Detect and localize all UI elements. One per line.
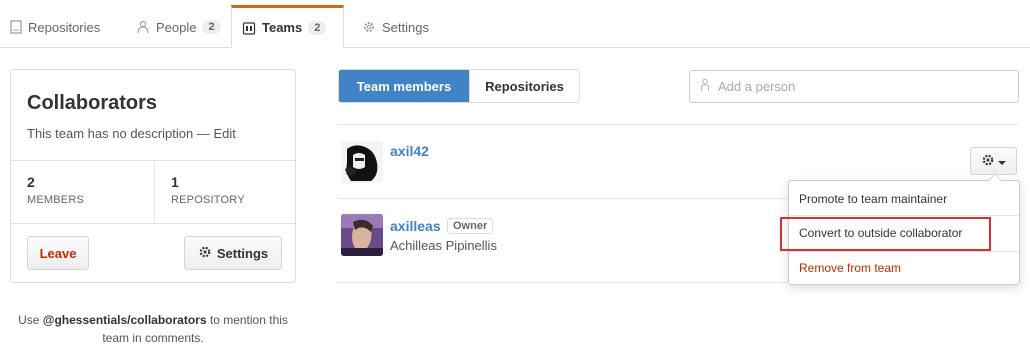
gear-icon xyxy=(981,153,995,170)
gear-icon xyxy=(362,20,376,34)
avatar[interactable] xyxy=(341,141,383,183)
promote-maintainer-item[interactable]: Promote to team maintainer xyxy=(789,184,1019,214)
people-counter: 2 xyxy=(202,20,221,34)
menu-divider xyxy=(789,215,1019,216)
person-icon xyxy=(700,78,710,95)
people-icon xyxy=(136,20,150,34)
repository-count: 1 xyxy=(171,174,179,190)
tab-repositories-label: Repositories xyxy=(28,19,101,35)
divider xyxy=(338,124,1018,125)
divider xyxy=(11,223,295,224)
gear-icon xyxy=(198,245,212,262)
tab-team-members[interactable]: Team members xyxy=(339,70,469,102)
teams-counter: 2 xyxy=(308,20,327,35)
team-info-box: Collaborators This team has no descripti… xyxy=(10,69,296,283)
member-settings-dropdown-button[interactable] xyxy=(970,147,1017,175)
avatar[interactable] xyxy=(341,214,383,256)
owner-badge: Owner xyxy=(447,218,494,234)
team-title: Collaborators xyxy=(27,92,158,114)
repo-icon xyxy=(10,20,22,34)
member-fullname: Achilleas Pipinellis xyxy=(390,238,497,253)
teams-icon xyxy=(242,21,256,35)
tab-people[interactable]: People 2 xyxy=(126,6,231,48)
members-label: MEMBERS xyxy=(27,194,85,206)
remove-from-team-item[interactable]: Remove from team xyxy=(789,253,1019,283)
team-description-text: This team has no description — xyxy=(27,126,210,141)
mention-hint: Use @ghessentials/collaborators to menti… xyxy=(10,311,296,347)
tab-teams[interactable]: Teams 2 xyxy=(231,5,344,48)
members-stat[interactable]: 2 MEMBERS xyxy=(27,174,84,206)
mention-prefix: Use xyxy=(18,313,40,327)
annotation-highlight xyxy=(780,217,991,251)
tab-people-label: People xyxy=(156,19,197,35)
repository-label: REPOSITORY xyxy=(171,194,245,206)
tab-teams-label: Teams xyxy=(262,20,303,35)
add-person-placeholder: Add a person xyxy=(718,79,796,94)
member-repo-switch: Team members Repositories xyxy=(338,69,580,103)
add-person-input[interactable]: Add a person xyxy=(689,70,1019,103)
members-count: 2 xyxy=(27,174,35,190)
repository-stat[interactable]: 1 REPOSITORY xyxy=(171,174,245,206)
team-settings-label: Settings xyxy=(216,245,269,261)
member-username[interactable]: axil42 xyxy=(390,143,429,159)
leave-button[interactable]: Leave xyxy=(27,236,89,270)
tab-settings[interactable]: Settings xyxy=(352,6,439,48)
divider xyxy=(11,160,295,161)
member-username[interactable]: axilleas xyxy=(390,218,441,234)
edit-description-link[interactable]: Edit xyxy=(213,126,235,141)
tab-repositories[interactable]: Repositories xyxy=(0,6,110,48)
team-description: This team has no description — Edit xyxy=(27,126,236,141)
team-tab-nav: Repositories People 2 Teams 2 Settings xyxy=(0,0,1030,48)
stat-divider xyxy=(154,161,155,223)
caret-down-icon xyxy=(998,154,1006,169)
mention-handle: @ghessentials/collaborators xyxy=(42,313,207,327)
menu-divider xyxy=(789,251,1019,252)
team-settings-button[interactable]: Settings xyxy=(184,236,282,270)
tab-settings-label: Settings xyxy=(382,19,429,35)
tab-team-repositories[interactable]: Repositories xyxy=(469,70,579,102)
